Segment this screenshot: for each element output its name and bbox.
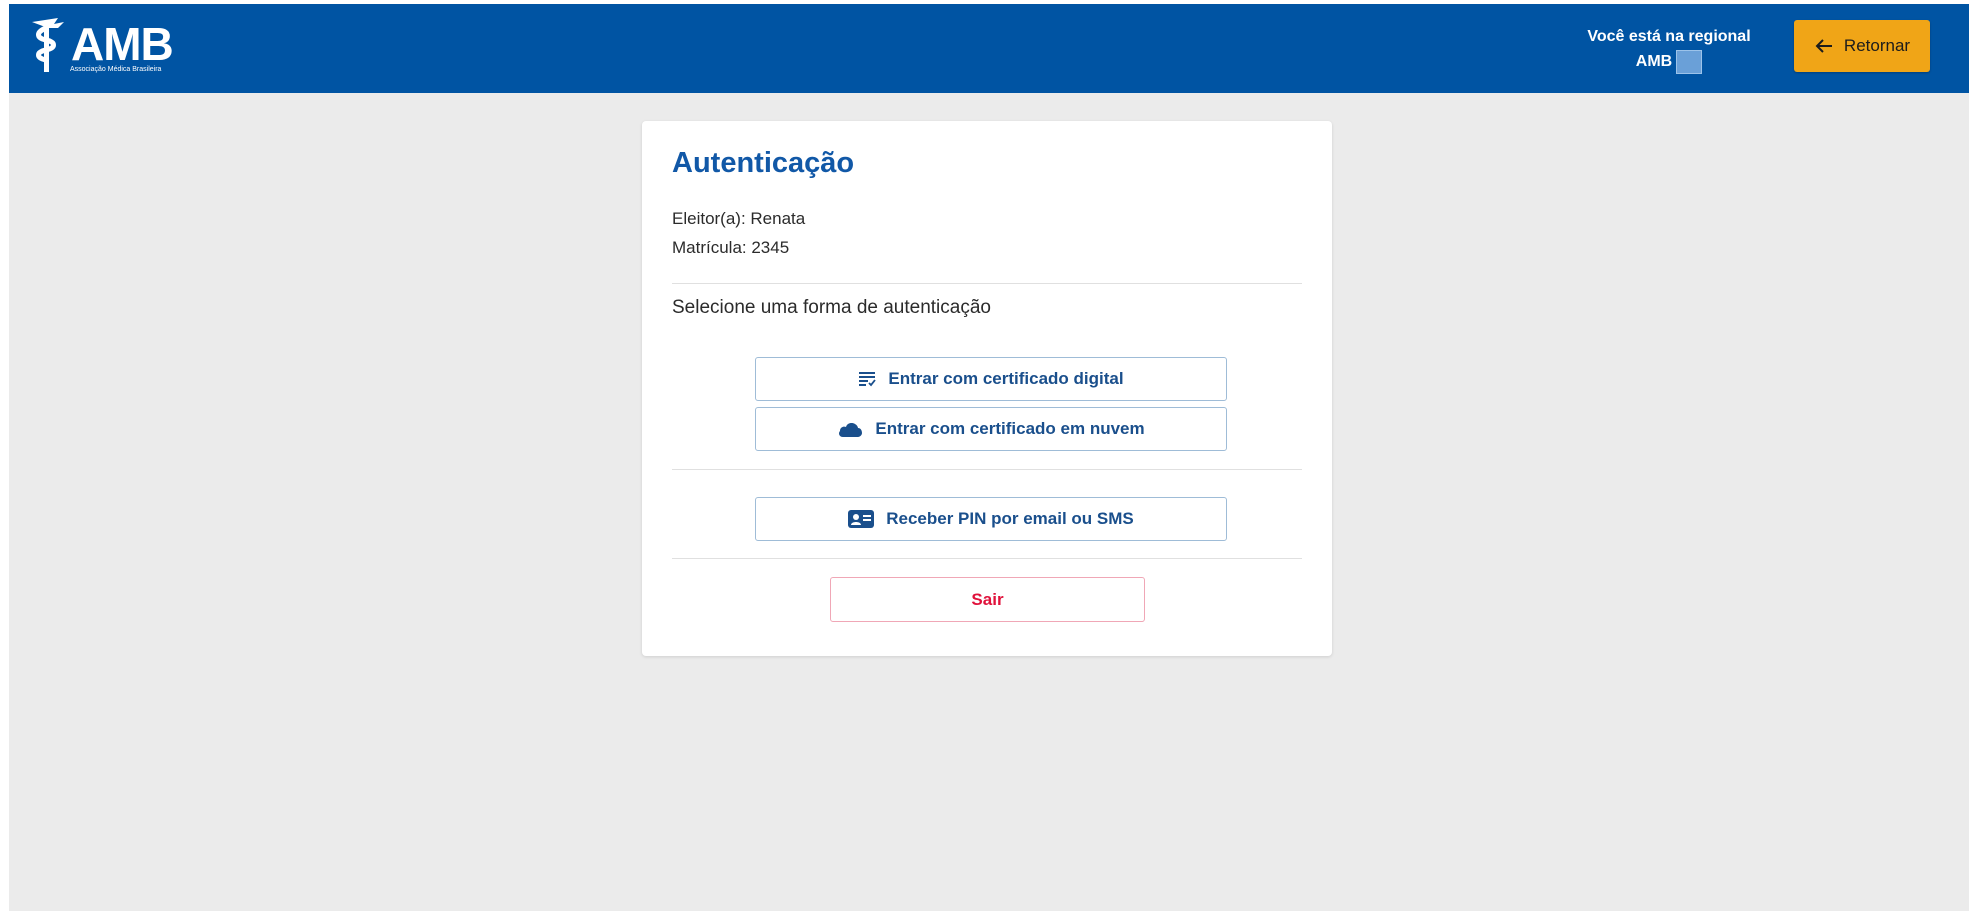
regional-label: Você está na regional bbox=[1587, 28, 1751, 45]
authentication-card: Autenticação Eleitor(a): Renata Matrícul… bbox=[642, 121, 1332, 656]
arrow-left-icon bbox=[1814, 38, 1834, 54]
exit-button[interactable]: Sair bbox=[830, 577, 1145, 622]
regional-name: AMB bbox=[1635, 53, 1673, 70]
auth-method-prompt: Selecione uma forma de autenticação bbox=[672, 297, 991, 318]
regional-indicator: Você está na regional AMB bbox=[1569, 24, 1769, 74]
page-title: Autenticação bbox=[672, 147, 855, 179]
registration-number: Matrícula: 2345 bbox=[672, 238, 790, 257]
logo-text: AMB bbox=[71, 18, 174, 70]
divider bbox=[672, 469, 1302, 470]
pin-email-sms-button[interactable]: Receber PIN por email ou SMS bbox=[755, 497, 1227, 541]
divider bbox=[672, 558, 1302, 559]
digital-certificate-button[interactable]: Entrar com certificado digital bbox=[755, 357, 1227, 401]
voter-name: Eleitor(a): Renata bbox=[672, 209, 806, 228]
divider bbox=[672, 283, 1302, 284]
pin-email-sms-label: Receber PIN por email ou SMS bbox=[886, 509, 1134, 528]
digital-certificate-label: Entrar com certificado digital bbox=[888, 369, 1124, 388]
cloud-icon bbox=[837, 420, 863, 438]
certificate-list-icon bbox=[858, 370, 877, 388]
amb-logo[interactable]: AMB Associação Médica Brasileira bbox=[28, 14, 198, 74]
app-root: AMB Associação Médica Brasileira Você es… bbox=[9, 4, 1969, 911]
top-header: AMB Associação Médica Brasileira Você es… bbox=[9, 4, 1969, 93]
cloud-certificate-button[interactable]: Entrar com certificado em nuvem bbox=[755, 407, 1227, 451]
back-button[interactable]: Retornar bbox=[1794, 20, 1930, 72]
caduceus-icon bbox=[32, 18, 64, 72]
cloud-certificate-label: Entrar com certificado em nuvem bbox=[875, 419, 1145, 438]
logo-subtitle: Associação Médica Brasileira bbox=[70, 66, 162, 73]
regional-flag-icon bbox=[1676, 49, 1703, 74]
back-button-label: Retornar bbox=[1843, 36, 1911, 55]
id-card-icon bbox=[848, 510, 875, 528]
